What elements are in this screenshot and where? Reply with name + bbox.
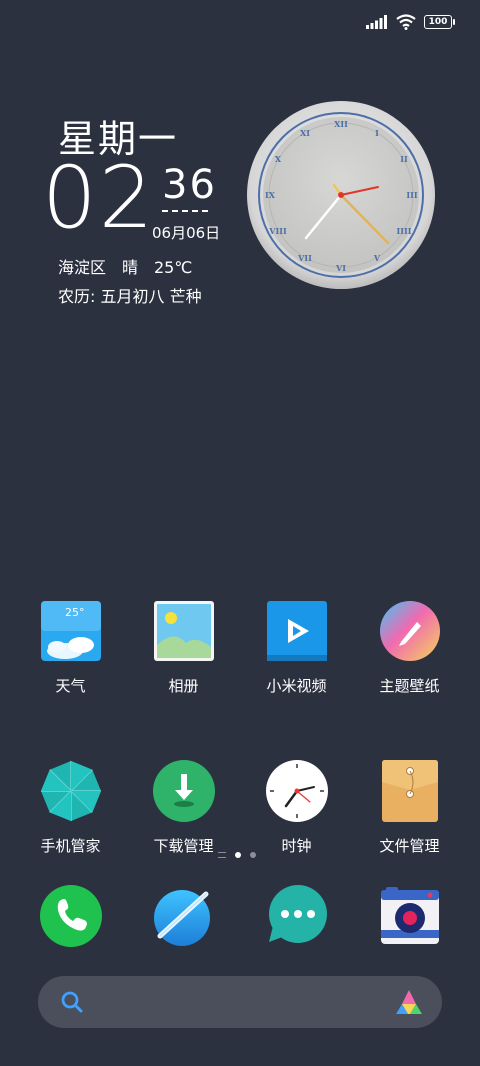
browser-icon[interactable] — [152, 884, 216, 948]
dock-phone[interactable] — [14, 884, 127, 948]
page-dot-2[interactable] — [250, 852, 256, 858]
time-minutes[interactable]: 36 — [162, 165, 217, 205]
app-weather[interactable]: 25° 天气 — [14, 600, 127, 696]
assistant-icon[interactable] — [394, 988, 424, 1016]
battery-icon: 100 — [424, 15, 455, 29]
file-manager-app-icon[interactable] — [379, 760, 441, 822]
time-divider — [162, 210, 208, 212]
svg-text:III: III — [406, 190, 417, 200]
downloads-app-icon[interactable] — [152, 760, 215, 822]
svg-text:VIII: VIII — [268, 226, 287, 236]
app-label-file-manager: 文件管理 — [379, 837, 440, 855]
svg-text:V: V — [373, 253, 381, 263]
lunar-date[interactable]: 农历: 五月初八 芒种 — [58, 283, 202, 307]
weather-icon-temp: 25° — [65, 606, 85, 619]
mi-video-app-icon[interactable] — [266, 600, 328, 662]
dock-browser[interactable] — [127, 884, 240, 948]
page-overview-icon[interactable] — [218, 852, 226, 858]
camera-icon[interactable] — [378, 884, 442, 948]
weather-app-icon[interactable]: 25° — [40, 600, 102, 662]
battery-level: 100 — [428, 16, 448, 27]
svg-text:II: II — [400, 154, 408, 164]
svg-text:IX: IX — [265, 190, 276, 200]
app-mi-video[interactable]: 小米视频 — [240, 600, 353, 696]
security-app-icon[interactable] — [40, 760, 102, 822]
app-label-security: 手机管家 — [40, 837, 101, 855]
svg-text:I: I — [375, 128, 379, 138]
themes-app-icon[interactable] — [379, 600, 441, 662]
page-indicator[interactable] — [218, 852, 256, 858]
svg-text:XII: XII — [334, 119, 348, 129]
time-hours[interactable]: 02 — [42, 155, 155, 241]
app-label-clock: 时钟 — [281, 837, 312, 855]
search-bar[interactable] — [38, 976, 442, 1028]
status-bar: 100 — [366, 10, 455, 34]
gallery-app-icon[interactable] — [153, 600, 215, 662]
svg-text:IIII: IIII — [397, 226, 412, 236]
app-clock[interactable]: 时钟 — [240, 760, 353, 856]
app-security[interactable]: 手机管家 — [14, 760, 127, 856]
app-label-themes: 主题壁纸 — [379, 677, 440, 695]
svg-text:VII: VII — [297, 253, 312, 263]
app-label-downloads: 下载管理 — [153, 837, 214, 855]
app-label-mi-video: 小米视频 — [266, 677, 327, 695]
app-themes[interactable]: 主题壁纸 — [353, 600, 466, 696]
svg-text:VI: VI — [335, 263, 346, 273]
svg-text:XI: XI — [300, 128, 310, 138]
wifi-icon — [396, 14, 416, 30]
weather-summary[interactable]: 海淀区 晴 25℃ — [58, 254, 192, 278]
app-gallery[interactable]: 相册 — [127, 600, 240, 696]
app-downloads[interactable]: 下载管理 — [127, 760, 240, 856]
dock — [14, 884, 466, 948]
dock-messages[interactable] — [240, 884, 353, 948]
date-label[interactable]: 06月06日 — [152, 222, 220, 243]
analog-clock-widget[interactable]: XII I II III IIII V VI VII VIII IX X XI — [246, 100, 436, 290]
messages-icon[interactable] — [265, 884, 329, 948]
app-file-manager[interactable]: 文件管理 — [353, 760, 466, 856]
app-label-weather: 天气 — [55, 677, 86, 695]
phone-icon[interactable] — [39, 884, 103, 948]
dock-camera[interactable] — [353, 884, 466, 948]
signal-icon — [366, 15, 387, 29]
search-icon[interactable] — [60, 990, 84, 1014]
app-grid: 25° 天气 相册 小米视频 主题壁纸 手机管家 下载管理 时钟 文件管理 — [14, 600, 466, 856]
clock-app-icon[interactable] — [265, 760, 328, 822]
page-dot-1[interactable] — [235, 852, 241, 858]
app-label-gallery: 相册 — [168, 677, 199, 695]
svg-text:X: X — [275, 154, 282, 164]
